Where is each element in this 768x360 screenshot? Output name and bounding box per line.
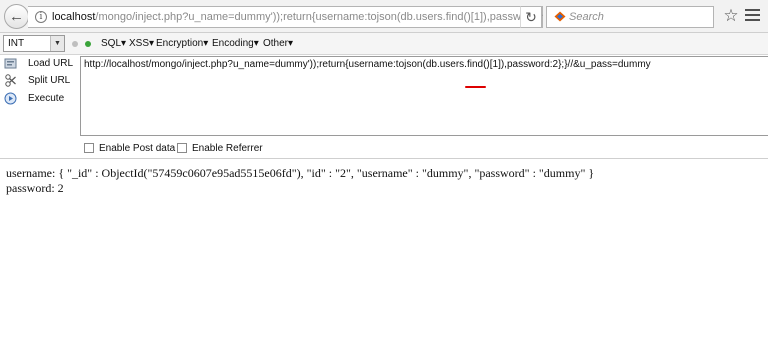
menu-sql[interactable]: SQL▾: [101, 33, 126, 54]
menu-encoding-label: Encoding: [212, 38, 254, 49]
bookmark-star-icon[interactable]: ☆: [721, 5, 741, 27]
load-url-icon: [4, 58, 17, 69]
browser-navbar: ← i localhost/mongo/inject.php?u_name=du…: [0, 0, 768, 33]
menu-encryption-label: Encryption: [156, 38, 204, 49]
decrease-icon[interactable]: [72, 41, 78, 47]
referrer-label: Enable Referrer: [192, 143, 263, 154]
encoding-type-select[interactable]: INT ▼: [3, 35, 65, 52]
reload-button[interactable]: ↻: [520, 6, 542, 28]
output-line-password: password: 2: [6, 181, 64, 195]
split-url-label: Split URL: [28, 75, 71, 86]
execute-label: Execute: [28, 93, 65, 104]
split-url-icon: [5, 74, 16, 87]
search-placeholder: Search: [569, 11, 604, 23]
increase-icon[interactable]: [85, 41, 91, 47]
menu-xss[interactable]: XSS▾: [129, 33, 154, 54]
back-button[interactable]: ←: [4, 4, 29, 29]
page-output: username: { "_id" : ObjectId("57459c0607…: [6, 166, 594, 196]
menu-encoding[interactable]: Encoding▾: [212, 33, 259, 54]
menu-xss-label: XSS: [129, 38, 150, 49]
split-url-button[interactable]: Split URL: [0, 73, 78, 89]
select-arrow-icon: ▼: [50, 36, 64, 51]
address-text[interactable]: localhost/mongo/inject.php?u_name=dummy'…: [52, 7, 534, 27]
hackbar-toolbar: INT ▼ SQL▾ XSS▾ Encryption▾ Encoding▾ Ot…: [0, 33, 768, 55]
search-input[interactable]: Search: [546, 6, 714, 28]
menu-other[interactable]: Other▾: [263, 33, 293, 54]
post-data-label: Enable Post data: [99, 143, 176, 154]
red-underline-annotation: [465, 86, 486, 88]
hackbar-url-textarea[interactable]: http://localhost/mongo/inject.php?u_name…: [80, 56, 768, 136]
url-host: localhost: [52, 11, 96, 23]
hamburger-menu-icon[interactable]: [745, 9, 760, 22]
panel-divider: [0, 158, 768, 159]
encoding-type-value: INT: [8, 38, 25, 49]
search-icon: [554, 11, 566, 22]
execute-button[interactable]: Execute: [0, 91, 78, 107]
referrer-checkbox-box[interactable]: [177, 143, 187, 153]
execute-icon: [4, 92, 17, 105]
url-path: /mongo/inject.php?u_name=dummy'));return…: [95, 11, 534, 23]
post-data-checkbox-box[interactable]: [84, 143, 94, 153]
menu-sql-label: SQL: [101, 38, 122, 49]
menu-encryption[interactable]: Encryption▾: [156, 33, 208, 54]
enable-post-data-checkbox[interactable]: Enable Post data: [84, 142, 176, 156]
back-arrow-icon: ←: [9, 8, 24, 25]
address-bar[interactable]: i localhost/mongo/inject.php?u_name=dumm…: [28, 6, 544, 28]
reload-icon: ↻: [525, 9, 537, 25]
load-url-label: Load URL: [28, 58, 74, 69]
site-info-icon[interactable]: i: [35, 11, 47, 23]
menu-other-label: Other: [263, 38, 289, 49]
load-url-button[interactable]: Load URL: [0, 56, 78, 72]
output-line-username: username: { "_id" : ObjectId("57459c0607…: [6, 166, 595, 180]
enable-referrer-checkbox[interactable]: Enable Referrer: [177, 142, 267, 156]
hackbar-url-value: http://localhost/mongo/inject.php?u_name…: [84, 59, 651, 70]
